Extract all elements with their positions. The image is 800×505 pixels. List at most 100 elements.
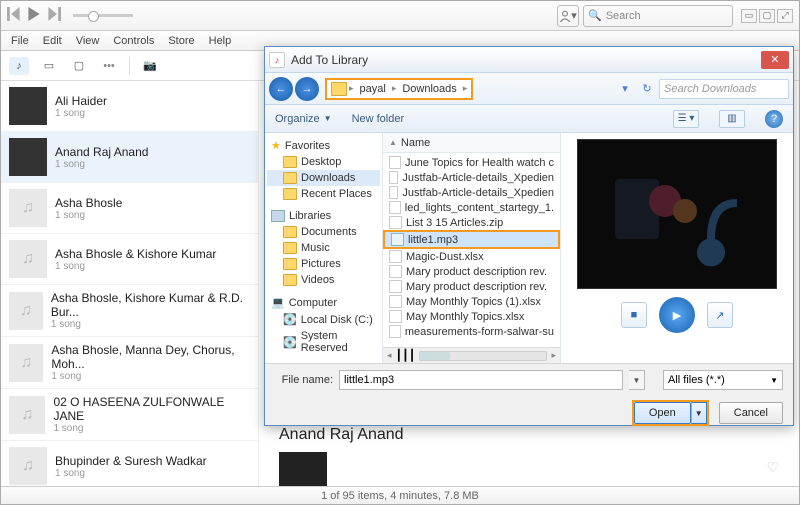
volume-slider[interactable] [73,14,133,17]
file-row[interactable]: List 3 15 Articles.zip [383,215,560,230]
preview-pane-button[interactable]: ▥ [719,110,745,128]
help-icon[interactable]: ? [765,110,783,128]
preview-play-button[interactable]: ▶ [659,297,695,333]
artist-thumb: ♫ [9,292,43,330]
organize-button[interactable]: Organize ▼ [275,113,332,125]
file-list-header[interactable]: ▲Name [383,133,560,153]
file-row[interactable]: May Monthly Topics (1).xlsx [383,294,560,309]
artist-name: Asha Bhosle, Kishore Kumar & R.D. Bur... [51,291,250,319]
cancel-button[interactable]: Cancel [719,402,783,424]
artist-row[interactable]: Anand Raj Anand1 song [1,132,258,183]
breadcrumb-seg[interactable]: payal [356,83,390,95]
tree-libraries[interactable]: Libraries [267,208,380,224]
tree-item-downloads[interactable]: Downloads [267,170,380,186]
itunes-icon: ♪ [269,52,285,68]
file-row[interactable]: Mary product description rev. [383,279,560,294]
file-list[interactable]: ▲Name June Topics for Health watch c Just… [383,133,561,363]
dialog-title: Add To Library [291,53,368,67]
artist-row[interactable]: Ali Haider1 song [1,81,258,132]
file-row[interactable]: little1.mp3 [383,230,560,249]
refresh-button[interactable]: ↻ [637,82,657,95]
tree-item-localdisk[interactable]: 💽Local Disk (C:) [267,311,380,328]
file-name: Justfab-Article-details_Xpedien [402,172,554,184]
tree-item-videos[interactable]: Videos [267,272,380,288]
tree-item-recent[interactable]: Recent Places [267,186,380,202]
back-button[interactable]: ← [269,77,293,101]
file-row[interactable]: led_lights_content_startegy_1. [383,200,560,215]
breadcrumb-seg[interactable]: Downloads [398,83,460,95]
favorite-icon[interactable]: ♡ [766,459,779,476]
filename-history-button[interactable]: ▼ [629,370,645,390]
prev-location-button[interactable]: ▾ [615,82,635,95]
tree-computer[interactable]: 💻Computer [267,294,380,311]
open-split-button[interactable]: ▼ [691,402,707,424]
artist-list[interactable]: Ali Haider1 songAnand Raj Anand1 song♫As… [1,81,259,486]
file-scrollbar[interactable]: ◂┃┃┃▸ [383,347,560,363]
artist-song-count: 1 song [55,468,207,479]
close-button[interactable]: ✕ [761,51,789,69]
prev-track-button[interactable] [7,7,21,24]
artist-row[interactable]: ♫Asha Bhosle & Kishore Kumar1 song [1,234,258,285]
new-folder-button[interactable]: New folder [352,113,405,125]
file-row[interactable]: Justfab-Article-details_Xpedien [383,170,560,185]
preview-pane: ■ ▶ ↗ [561,133,793,363]
tree-item-pictures[interactable]: Pictures [267,256,380,272]
search-input[interactable]: 🔍 Search [583,5,733,27]
account-button[interactable]: ▾ [557,5,579,27]
tree-item-documents[interactable]: Documents [267,224,380,240]
tree-item-desktop[interactable]: Desktop [267,154,380,170]
menu-file[interactable]: File [5,33,35,49]
artist-name: Asha Bhosle & Kishore Kumar [55,247,216,261]
breadcrumb[interactable]: ▸ payal ▸ Downloads ▸ [325,78,473,100]
forward-button[interactable]: → [295,77,319,101]
menu-store[interactable]: Store [162,33,200,49]
file-row[interactable]: Mary product description rev. [383,264,560,279]
dialog-nav-bar: ← → ▸ payal ▸ Downloads ▸ ▾ ↻ Search Dow… [265,73,793,105]
miniplayer-button[interactable]: ▭ [741,9,757,23]
open-button[interactable]: Open [634,402,691,424]
file-row[interactable]: June Topics for Health watch c [383,155,560,170]
artist-row[interactable]: ♫Bhupinder & Suresh Wadkar1 song [1,441,258,486]
filename-input[interactable]: little1.mp3 [339,370,623,390]
play-button[interactable] [27,7,41,24]
menu-view[interactable]: View [70,33,106,49]
menu-controls[interactable]: Controls [107,33,160,49]
artist-thumb: ♫ [9,396,45,434]
artist-row[interactable]: ♫Asha Bhosle1 song [1,183,258,234]
file-row[interactable]: Justfab-Article-details_Xpedien [383,185,560,200]
tv-tab-icon[interactable]: ▢ [69,57,89,75]
view-mode-button[interactable]: ☰ ▾ [673,110,699,128]
file-row[interactable]: May Monthly Topics.xlsx [383,309,560,324]
next-track-button[interactable] [47,7,61,24]
file-icon [389,156,401,169]
tree-item-music[interactable]: Music [267,240,380,256]
file-name: May Monthly Topics.xlsx [406,311,524,323]
artist-row[interactable]: ♫ Asha Bhosle, Kishore Kumar & R.D. Bur..… [1,285,258,337]
search-placeholder: Search [606,10,641,22]
file-row[interactable]: Magic-Dust.xlsx [383,249,560,264]
fullscreen-button[interactable]: ⤢ [777,9,793,23]
tree-favorites[interactable]: ★Favorites [267,137,380,154]
movies-tab-icon[interactable]: ▭ [39,57,59,75]
menu-edit[interactable]: Edit [37,33,68,49]
more-tab-icon[interactable]: ••• [99,57,119,75]
artist-name: Ali Haider [55,94,107,108]
filetype-select[interactable]: All files (*.*)▼ [663,370,783,390]
dialog-search-input[interactable]: Search Downloads [659,79,789,99]
menu-help[interactable]: Help [203,33,238,49]
dialog-titlebar[interactable]: ♪ Add To Library ✕ [265,47,793,73]
artist-row[interactable]: ♫Asha Bhosle, Manna Dey, Chorus, Moh...1… [1,337,258,389]
folder-tree[interactable]: ★Favorites Desktop Downloads Recent Plac… [265,133,383,363]
file-row[interactable]: measurements-form-salwar-su [383,324,560,339]
device-icon[interactable]: 📷 [140,57,160,75]
maximize-button[interactable]: ▢ [759,9,775,23]
preview-stop-button[interactable]: ■ [621,302,647,328]
artist-row[interactable]: ♫02 O HASEENA ZULFONWALE JANE1 song [1,389,258,441]
music-tab-icon[interactable]: ♪ [9,57,29,75]
preview-popout-button[interactable]: ↗ [707,302,733,328]
artist-thumb: ♫ [9,447,47,485]
file-icon [389,310,402,323]
artist-thumb: ♫ [9,189,47,227]
file-name: List 3 15 Articles.zip [406,217,503,229]
tree-item-sysres[interactable]: 💽System Reserved [267,328,380,356]
